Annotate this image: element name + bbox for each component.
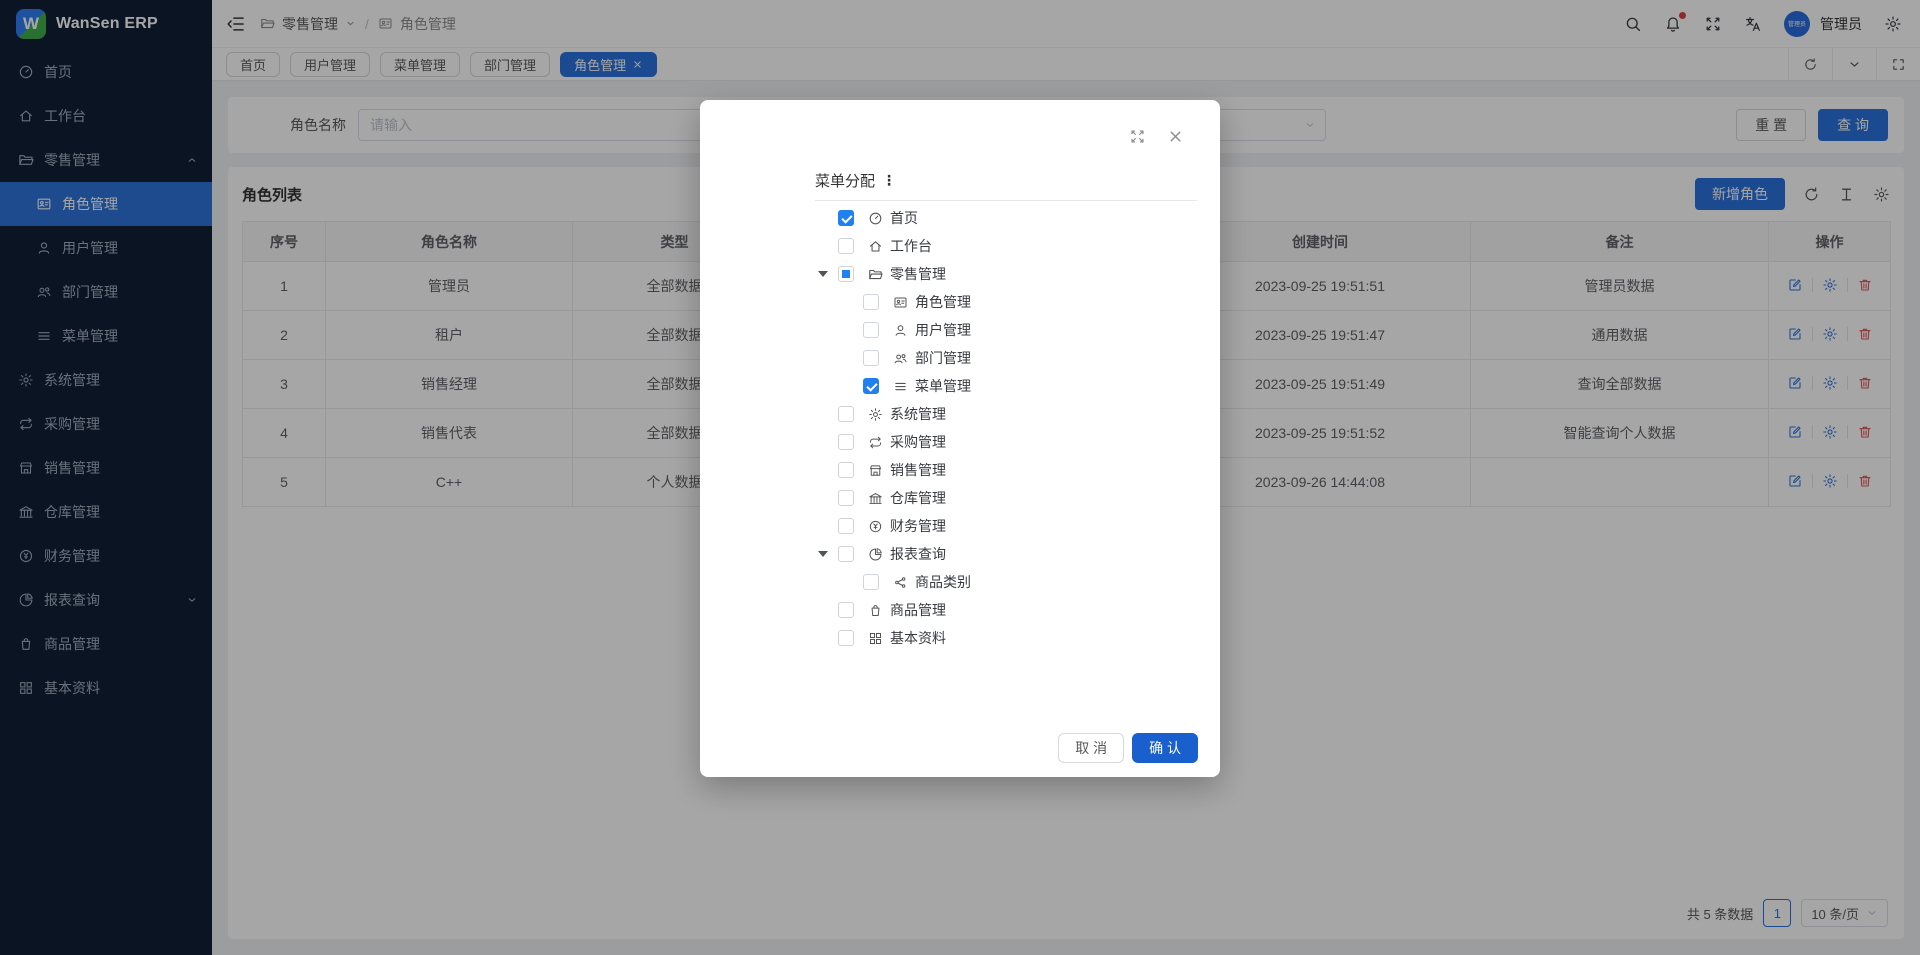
tree-node-label: 角色管理 [915,292,971,312]
tree-node-role-mgmt[interactable]: 角色管理 [700,288,1220,316]
dialog-title-row: 菜单分配 ⋮ [815,170,895,191]
tree-node-sales[interactable]: 销售管理 [700,456,1220,484]
purchase-cycle-icon [868,435,883,450]
tree-node-goods-category[interactable]: 商品类别 [700,568,1220,596]
folder-open-icon [868,267,883,282]
warehouse-bank-icon [868,491,883,506]
checkbox-checked[interactable] [838,210,854,226]
tree-node-label: 基本资料 [890,628,946,648]
tree-node-label: 菜单管理 [915,376,971,396]
tree-node-finance[interactable]: 财务管理 [700,512,1220,540]
tree-node-menu-mgmt[interactable]: 菜单管理 [700,372,1220,400]
tree-node-label: 首页 [890,208,918,228]
tree-node-label: 仓库管理 [890,488,946,508]
checkbox-unchecked[interactable] [838,546,854,562]
more-vertical-icon[interactable]: ⋮ [882,172,895,189]
app-root: W WanSen ERP 首页 工作台 零售管理 角色管理 [0,0,1920,955]
checkbox-checked[interactable] [863,378,879,394]
dashboard-icon [868,211,883,226]
checkbox-unchecked[interactable] [838,434,854,450]
checkbox-unchecked[interactable] [863,294,879,310]
tree-node-retail[interactable]: 零售管理 [700,260,1220,288]
tree-node-label: 采购管理 [890,432,946,452]
checkbox-unchecked[interactable] [863,574,879,590]
menu-tree: 首页 工作台 零售管理 角色管理 用户管理 [700,204,1220,652]
tree-node-label: 报表查询 [890,544,946,564]
tree-node-label: 商品类别 [915,572,971,592]
tree-node-warehouse[interactable]: 仓库管理 [700,484,1220,512]
tree-node-system[interactable]: 系统管理 [700,400,1220,428]
tree-node-workbench[interactable]: 工作台 [700,232,1220,260]
gear-icon [868,407,883,422]
confirm-button[interactable]: 确 认 [1132,733,1198,763]
role-card-icon [893,295,908,310]
tree-node-label: 商品管理 [890,600,946,620]
tree-node-label: 系统管理 [890,404,946,424]
dialog-close-icon[interactable] [1167,128,1184,145]
tree-node-purchase[interactable]: 采购管理 [700,428,1220,456]
checkbox-unchecked[interactable] [838,518,854,534]
tree-node-goods-mgmt[interactable]: 商品管理 [700,596,1220,624]
caret-down-icon[interactable] [818,551,828,557]
home-icon [868,239,883,254]
sales-shop-icon [868,463,883,478]
tree-node-user-mgmt[interactable]: 用户管理 [700,316,1220,344]
share-icon [893,575,908,590]
checkbox-unchecked[interactable] [838,490,854,506]
menu-assign-dialog: 菜单分配 ⋮ 首页 工作台 零售管理 [700,100,1220,777]
cancel-button[interactable]: 取 消 [1058,733,1124,763]
checkbox-unchecked[interactable] [838,630,854,646]
report-pie-icon [868,547,883,562]
checkbox-indeterminate[interactable] [838,266,854,282]
tree-node-label: 部门管理 [915,348,971,368]
goods-bag-icon [868,603,883,618]
tree-node-label: 零售管理 [890,264,946,284]
team-icon [893,351,908,366]
caret-down-icon[interactable] [818,271,828,277]
tree-node-label: 销售管理 [890,460,946,480]
tree-node-label: 财务管理 [890,516,946,536]
dialog-maximize-icon[interactable] [1129,128,1146,145]
tree-node-reports[interactable]: 报表查询 [700,540,1220,568]
checkbox-unchecked[interactable] [838,406,854,422]
tree-node-dept-mgmt[interactable]: 部门管理 [700,344,1220,372]
user-icon [893,323,908,338]
dialog-divider [815,200,1197,201]
tree-node-label: 用户管理 [915,320,971,340]
tree-node-basic-data[interactable]: 基本资料 [700,624,1220,652]
menu-lines-icon [893,379,908,394]
dialog-title: 菜单分配 [815,170,875,191]
checkbox-unchecked[interactable] [863,350,879,366]
checkbox-unchecked[interactable] [863,322,879,338]
tree-node-home[interactable]: 首页 [700,204,1220,232]
tree-node-label: 工作台 [890,236,932,256]
checkbox-unchecked[interactable] [838,238,854,254]
finance-icon [868,519,883,534]
basic-grid-icon [868,631,883,646]
checkbox-unchecked[interactable] [838,602,854,618]
checkbox-unchecked[interactable] [838,462,854,478]
